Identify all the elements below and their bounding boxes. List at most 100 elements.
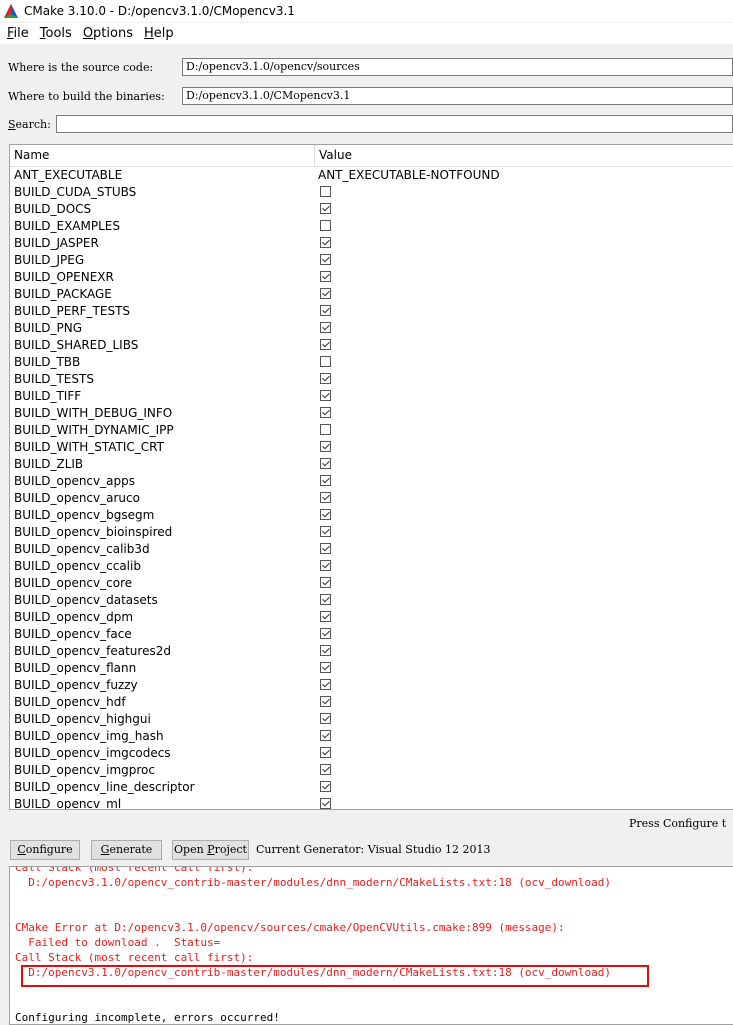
checkbox-checked[interactable] — [320, 594, 331, 605]
checkbox-checked[interactable] — [320, 390, 331, 401]
table-row[interactable]: BUILD_opencv_calib3d — [10, 541, 733, 558]
checkbox-checked[interactable] — [320, 339, 331, 350]
menu-item-options[interactable]: Options — [83, 26, 133, 41]
checkbox-checked[interactable] — [320, 679, 331, 690]
column-header-name[interactable]: Name — [10, 145, 315, 166]
table-row[interactable]: BUILD_opencv_apps — [10, 473, 733, 490]
checkbox-checked[interactable] — [320, 288, 331, 299]
option-value-cell — [314, 677, 331, 694]
column-header-value[interactable]: Value — [315, 145, 352, 166]
checkbox-checked[interactable] — [320, 203, 331, 214]
checkbox-checked[interactable] — [320, 254, 331, 265]
source-code-field[interactable]: D:/opencv3.1.0/opencv/sources — [182, 58, 733, 76]
checkbox-checked[interactable] — [320, 441, 331, 452]
table-row[interactable]: BUILD_opencv_fuzzy — [10, 677, 733, 694]
checkbox-checked[interactable] — [320, 781, 331, 792]
table-row[interactable]: BUILD_JPEG — [10, 252, 733, 269]
table-row[interactable]: BUILD_JASPER — [10, 235, 733, 252]
checkbox-unchecked[interactable] — [320, 356, 331, 367]
checkbox-checked[interactable] — [320, 475, 331, 486]
checkbox-checked[interactable] — [320, 305, 331, 316]
open-project-button[interactable]: Open Project — [172, 840, 249, 860]
table-row[interactable]: BUILD_TIFF — [10, 388, 733, 405]
checkbox-checked[interactable] — [320, 696, 331, 707]
checkbox-checked[interactable] — [320, 407, 331, 418]
table-row[interactable]: BUILD_TBB — [10, 354, 733, 371]
log-line: Call Stack (most recent call first): — [15, 951, 254, 964]
table-row[interactable]: BUILD_opencv_datasets — [10, 592, 733, 609]
table-row[interactable]: BUILD_PACKAGE — [10, 286, 733, 303]
table-row[interactable]: BUILD_opencv_features2d — [10, 643, 733, 660]
option-name: BUILD_PNG — [14, 321, 82, 335]
checkbox-unchecked[interactable] — [320, 220, 331, 231]
option-value-cell — [314, 745, 331, 762]
table-row[interactable]: BUILD_opencv_core — [10, 575, 733, 592]
table-row[interactable]: BUILD_opencv_ccalib — [10, 558, 733, 575]
checkbox-checked[interactable] — [320, 458, 331, 469]
checkbox-checked[interactable] — [320, 730, 331, 741]
build-dir-label: Where to build the binaries: — [8, 90, 165, 103]
checkbox-checked[interactable] — [320, 322, 331, 333]
table-row[interactable]: BUILD_opencv_img_hash — [10, 728, 733, 745]
checkbox-checked[interactable] — [320, 560, 331, 571]
table-row[interactable]: ANT_EXECUTABLE ANT_EXECUTABLE-NOTFOUND — [10, 167, 733, 184]
option-name: BUILD_opencv_hdf — [14, 695, 126, 709]
table-row[interactable]: BUILD_ZLIB — [10, 456, 733, 473]
table-row[interactable]: BUILD_opencv_flann — [10, 660, 733, 677]
checkbox-checked[interactable] — [320, 764, 331, 775]
table-row[interactable]: BUILD_opencv_bioinspired — [10, 524, 733, 541]
option-name: BUILD_opencv_datasets — [14, 593, 158, 607]
checkbox-checked[interactable] — [320, 747, 331, 758]
table-row[interactable]: BUILD_SHARED_LIBS — [10, 337, 733, 354]
table-row[interactable]: BUILD_DOCS — [10, 201, 733, 218]
build-dir-field[interactable]: D:/opencv3.1.0/CMopencv3.1 — [182, 87, 733, 105]
table-row[interactable]: BUILD_opencv_aruco — [10, 490, 733, 507]
checkbox-unchecked[interactable] — [320, 424, 331, 435]
checkbox-checked[interactable] — [320, 373, 331, 384]
table-row[interactable]: BUILD_OPENEXR — [10, 269, 733, 286]
table-row[interactable]: BUILD_WITH_DYNAMIC_IPP — [10, 422, 733, 439]
configure-button[interactable]: Configure — [10, 840, 80, 860]
table-row[interactable]: BUILD_EXAMPLES — [10, 218, 733, 235]
table-row[interactable]: BUILD_opencv_hdf — [10, 694, 733, 711]
checkbox-checked[interactable] — [320, 798, 331, 809]
menu-item-help[interactable]: Help — [144, 26, 174, 41]
menu-item-file[interactable]: File — [7, 26, 29, 41]
checkbox-checked[interactable] — [320, 645, 331, 656]
table-row[interactable]: BUILD_TESTS — [10, 371, 733, 388]
checkbox-checked[interactable] — [320, 237, 331, 248]
checkbox-checked[interactable] — [320, 271, 331, 282]
table-row[interactable]: BUILD_opencv_ml — [10, 796, 733, 809]
checkbox-checked[interactable] — [320, 509, 331, 520]
search-input[interactable] — [56, 115, 733, 133]
checkbox-checked[interactable] — [320, 662, 331, 673]
checkbox-checked[interactable] — [320, 611, 331, 622]
table-row[interactable]: BUILD_CUDA_STUBS — [10, 184, 733, 201]
table-row[interactable]: BUILD_PERF_TESTS — [10, 303, 733, 320]
menu-item-tools[interactable]: Tools — [40, 26, 72, 41]
output-log[interactable]: Call Stack (most recent call first): D:/… — [9, 866, 733, 1025]
checkbox-checked[interactable] — [320, 577, 331, 588]
table-row[interactable]: BUILD_opencv_face — [10, 626, 733, 643]
generate-button[interactable]: Generate — [91, 840, 162, 860]
checkbox-checked[interactable] — [320, 492, 331, 503]
table-row[interactable]: BUILD_WITH_STATIC_CRT — [10, 439, 733, 456]
option-name: BUILD_TIFF — [14, 389, 82, 403]
table-row[interactable]: BUILD_opencv_imgproc — [10, 762, 733, 779]
option-value-cell — [314, 796, 331, 809]
checkbox-checked[interactable] — [320, 526, 331, 537]
table-row[interactable]: BUILD_opencv_highgui — [10, 711, 733, 728]
table-row[interactable]: BUILD_WITH_DEBUG_INFO — [10, 405, 733, 422]
table-row[interactable]: BUILD_opencv_imgcodecs — [10, 745, 733, 762]
status-text: Press Configure t — [629, 817, 727, 830]
table-row[interactable]: BUILD_PNG — [10, 320, 733, 337]
checkbox-unchecked[interactable] — [320, 186, 331, 197]
checkbox-checked[interactable] — [320, 543, 331, 554]
table-row[interactable]: BUILD_opencv_line_descriptor — [10, 779, 733, 796]
table-row[interactable]: BUILD_opencv_dpm — [10, 609, 733, 626]
table-body: ANT_EXECUTABLE ANT_EXECUTABLE-NOTFOUND BUI… — [10, 167, 733, 809]
checkbox-checked[interactable] — [320, 628, 331, 639]
table-row[interactable]: BUILD_opencv_bgsegm — [10, 507, 733, 524]
option-name: BUILD_opencv_dpm — [14, 610, 134, 624]
checkbox-checked[interactable] — [320, 713, 331, 724]
